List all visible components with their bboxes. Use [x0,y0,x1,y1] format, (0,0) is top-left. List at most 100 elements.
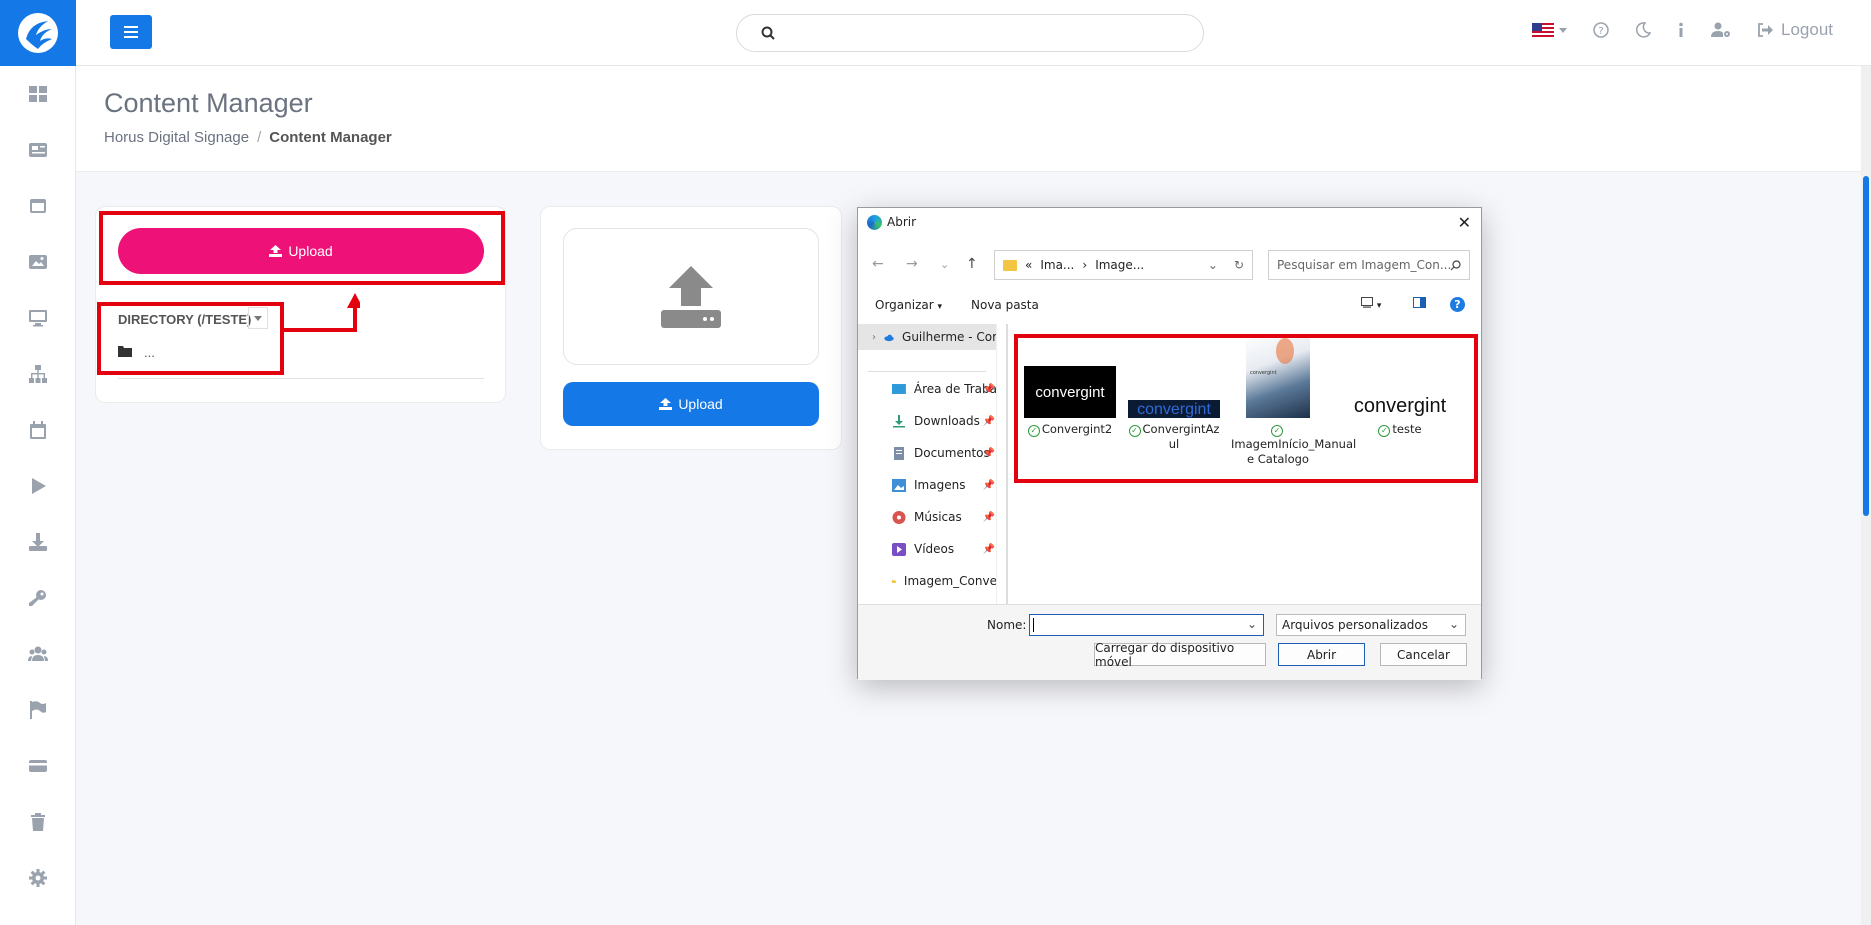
page-scrollbar-thumb[interactable] [1863,176,1869,516]
nav-item-downloads[interactable]: Downloads 📌 [858,408,996,434]
dialog-nav-row: ← → ⌄ ↑ « Ima... › Image... ⌄ ↻ Pesquisa… [858,248,1481,282]
window-icon[interactable] [0,178,76,234]
address-bar[interactable]: « Ima... › Image... ⌄ ↻ [994,250,1253,280]
newspaper-icon[interactable] [0,122,76,178]
nav-item-label: Imagens [914,478,966,492]
nav-divider [868,371,986,372]
search-input[interactable] [736,14,1204,52]
file-type-select[interactable]: Arquivos personalizados ⌄ [1276,614,1466,636]
breadcrumb-home-link[interactable]: Horus Digital Signage [104,129,249,146]
forward-arrow-icon[interactable]: → [906,256,918,272]
dialog-footer: Nome: ⌄ Arquivos personalizados ⌄ Carreg… [858,604,1481,680]
nav-item-images[interactable]: Imagens 📌 [858,472,996,498]
nav-item-documents[interactable]: Documentos 📌 [858,440,996,466]
breadcrumb: Horus Digital Signage / Content Manager [104,129,392,146]
recent-locations-chevron-icon[interactable]: ⌄ [940,258,949,271]
breadcrumb-separator: / [257,129,262,146]
nav-item-label: Downloads [914,414,980,428]
close-icon[interactable]: ✕ [1458,213,1471,232]
play-icon[interactable] [0,458,76,514]
preview-pane-icon [1413,297,1426,308]
moon-icon[interactable] [1635,22,1651,38]
help-icon[interactable]: ? [1450,297,1465,312]
chevron-down-icon [1559,27,1567,33]
users-icon[interactable] [0,626,76,682]
pin-icon: 📌 [982,543,995,555]
nav-item-music[interactable]: Músicas 📌 [858,504,996,530]
sidebar [0,0,76,925]
cancel-button[interactable]: Cancelar [1380,643,1467,666]
gear-icon[interactable] [0,850,76,906]
view-layout-icon [1361,297,1373,308]
up-arrow-icon[interactable]: ↑ [966,256,978,272]
load-from-mobile-button[interactable]: Carregar do dispositivo móvel [1094,641,1266,669]
menu-toggle-button[interactable] [110,15,152,49]
nav-item-videos[interactable]: Vídeos 📌 [858,536,996,562]
chevron-down-icon[interactable]: ⌄ [1449,617,1459,631]
chevron-down-icon: ▾ [937,302,943,312]
pin-icon: 📌 [982,383,995,395]
nav-item-folder[interactable]: Imagem_Conve [858,568,996,594]
video-icon [892,542,906,556]
music-icon [892,510,906,524]
nav-pane-scrollbar[interactable] [1006,324,1008,604]
language-selector[interactable] [1532,23,1567,37]
sitemap-icon[interactable] [0,346,76,402]
dialog-navigation-pane: › Guilherme - Cor Área de Traba 📌 Downloa… [858,324,997,604]
dashboard-icon[interactable] [0,66,76,122]
card-icon[interactable] [0,738,76,794]
key-icon[interactable] [0,570,76,626]
upload-button-label: Upload [678,396,723,412]
nav-item-label: Vídeos [914,542,955,556]
cloud-icon [884,334,894,341]
eagle-logo-icon [18,13,58,53]
hamburger-icon [124,26,138,38]
new-folder-button[interactable]: Nova pasta [971,298,1039,312]
search-icon [1450,260,1461,271]
info-icon[interactable] [1677,22,1685,38]
help-icon[interactable]: ? [1593,22,1609,38]
breadcrumb-current: Content Manager [269,129,392,146]
open-button[interactable]: Abrir [1278,643,1365,666]
filename-label: Nome: [987,618,1027,632]
logout-icon [1758,23,1773,37]
dialog-title: Abrir [887,215,917,229]
address-separator: › [1082,258,1088,272]
filename-input[interactable]: ⌄ [1029,614,1264,636]
user-settings-icon[interactable] [1711,22,1731,38]
organize-label: Organizar [875,298,934,312]
images-icon[interactable] [0,234,76,290]
refresh-icon[interactable]: ↻ [1234,258,1244,272]
nav-item-label: Documentos [914,446,990,460]
document-icon [894,446,904,460]
chevron-down-icon[interactable]: ⌄ [1208,258,1218,272]
folder-icon [892,579,896,583]
horus-logo[interactable] [0,0,76,66]
preview-pane-button[interactable] [1413,297,1426,311]
download-icon[interactable] [0,514,76,570]
monitor-icon[interactable] [0,290,76,346]
logout-link[interactable]: Logout [1757,20,1833,40]
page-scrollbar[interactable] [1861,66,1871,925]
upload-button-secondary[interactable]: Upload [563,382,819,426]
chevron-down-icon: ▾ [1376,301,1382,311]
upload-dropzone[interactable] [563,228,819,365]
back-arrow-icon[interactable]: ← [872,256,884,272]
address-segment-1[interactable]: Ima... [1040,258,1074,272]
dialog-search-input[interactable]: Pesquisar em Imagem_Con... [1268,250,1470,280]
calendar-icon[interactable] [0,402,76,458]
address-segment-2[interactable]: Image... [1095,258,1144,272]
search-icon [761,26,775,40]
annotation-box-files [1014,334,1478,483]
desktop-icon [892,383,906,394]
flag-icon[interactable] [0,682,76,738]
trash-icon[interactable] [0,794,76,850]
nav-item-onedrive[interactable]: › Guilherme - Cor [858,324,996,350]
page-title: Content Manager [104,88,313,118]
nav-item-desktop[interactable]: Área de Traba 📌 [858,376,996,402]
organize-menu[interactable]: Organizar ▾ [875,298,942,312]
top-right-controls: ? Logout [1532,20,1833,40]
chevron-down-icon[interactable]: ⌄ [1247,617,1257,631]
download-icon [893,414,905,427]
view-options-button[interactable]: ▾ [1361,297,1381,311]
